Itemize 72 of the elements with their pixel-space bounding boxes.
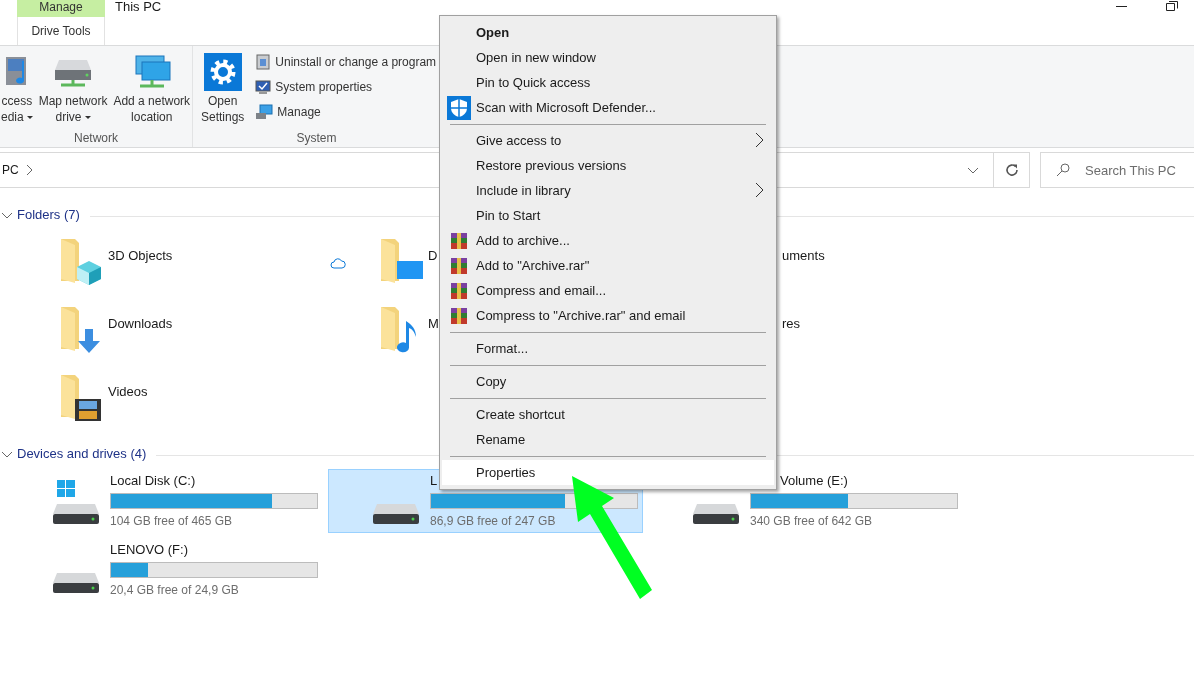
cloud-icon (330, 258, 346, 269)
menu-item[interactable]: Give access to (442, 128, 774, 153)
drive-name: L (430, 472, 438, 489)
menu-item[interactable]: Format... (442, 336, 774, 361)
settings-icon (203, 53, 242, 91)
menu-item[interactable]: Open in new window (442, 45, 774, 70)
menu-item[interactable]: Add to archive... (442, 228, 774, 253)
menu-item[interactable]: Pin to Quick access (442, 70, 774, 95)
menu-item[interactable]: Rename (442, 427, 774, 452)
folder-name[interactable]: 3D Objects (108, 246, 173, 266)
drive-tile[interactable]: Local Disk (C:) 104 GB free of 465 GB (8, 469, 323, 533)
shield-icon (447, 95, 471, 120)
drive-name: Volume (E:) (780, 472, 848, 489)
search-icon (1056, 163, 1070, 177)
menu-item[interactable]: Open (442, 20, 774, 45)
free-space-text: 104 GB free of 465 GB (110, 512, 234, 530)
archive-icon (450, 306, 468, 325)
refresh-icon[interactable] (1004, 163, 1019, 177)
menu-item[interactable]: Scan with Microsoft Defender... (442, 95, 774, 120)
ribbon-button[interactable]: Add a network location (112, 51, 192, 128)
media-icon (5, 57, 28, 87)
ribbon-button[interactable]: ccess edia (0, 51, 34, 128)
folder-name[interactable]: Videos (108, 382, 148, 402)
ribbon-link-button[interactable]: System properties (255, 76, 437, 98)
context-tab-label: Manage (17, 0, 105, 17)
ribbon-link-button[interactable]: Uninstall or change a program (255, 51, 437, 73)
free-space-text: 340 GB free of 642 GB (750, 512, 874, 530)
computer-check-icon (255, 79, 272, 95)
ribbon-link-button[interactable]: Manage (255, 101, 437, 123)
menu-item[interactable]: Copy (442, 369, 774, 394)
breadcrumb-text: PC (2, 162, 19, 179)
chevron-down-icon (967, 166, 979, 174)
chevron-down-icon (1, 211, 13, 219)
menu-item[interactable]: Compress and email... (442, 278, 774, 303)
folder-name[interactable]: M (428, 314, 439, 334)
window-title: This PC (115, 0, 162, 14)
ribbon-button[interactable]: Open Settings (200, 51, 246, 128)
hard-drive-icon (53, 573, 99, 593)
hard-drive-icon (373, 504, 419, 524)
menu-item[interactable]: Include in library (442, 178, 774, 203)
folder-name[interactable]: D (428, 246, 438, 266)
archive-icon (450, 256, 468, 275)
menu-item[interactable]: Properties (442, 460, 774, 485)
folder-name[interactable]: res (782, 314, 801, 334)
drive-tile[interactable]: LENOVO (F:) 20,4 GB free of 24,9 GB (8, 538, 323, 602)
restore-button[interactable] (1166, 1, 1178, 11)
menu-item[interactable]: Pin to Start (442, 203, 774, 228)
ribbon-group-label: Network (73, 130, 119, 147)
chevron-right-icon (25, 164, 33, 176)
folder-name[interactable]: Downloads (108, 314, 173, 334)
folder-name[interactable]: uments (782, 246, 825, 266)
menu-item[interactable]: Add to "Archive.rar" (442, 253, 774, 278)
drive-name: LENOVO (F:) (110, 541, 188, 558)
drive-tools-tab[interactable]: Drive Tools (17, 17, 105, 45)
menu-item[interactable]: Create shortcut (442, 402, 774, 427)
drive-name: Local Disk (C:) (110, 472, 196, 489)
archive-icon (450, 281, 468, 300)
search-field[interactable]: Search This PC (1040, 152, 1194, 188)
chevron-down-icon (1, 450, 13, 458)
section-header[interactable]: Folders (7) (17, 205, 80, 225)
free-space-text: 86,9 GB free of 247 GB (430, 512, 557, 530)
program-box-icon (255, 54, 272, 70)
menu-item[interactable]: Restore previous versions (442, 153, 774, 178)
computer-manage-icon (255, 104, 274, 120)
menu-item[interactable]: Compress to "Archive.rar" and email (442, 303, 774, 328)
free-space-text: 20,4 GB free of 24,9 GB (110, 581, 240, 599)
windows-drive-icon (53, 480, 99, 524)
archive-icon (450, 231, 468, 250)
ribbon-group-label: System (295, 130, 338, 147)
section-header[interactable]: Devices and drives (4) (17, 444, 147, 464)
hard-drive-icon (693, 504, 739, 524)
ribbon-button[interactable]: Map network drive (37, 51, 109, 128)
